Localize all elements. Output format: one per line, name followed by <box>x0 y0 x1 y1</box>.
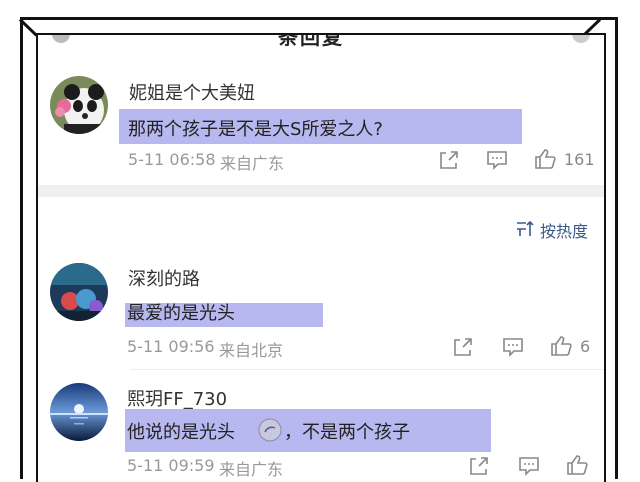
header-title: 条回复 <box>278 35 344 47</box>
comment-location: 来自北京 <box>219 341 284 360</box>
share-icon[interactable] <box>452 336 474 358</box>
like-icon[interactable] <box>566 454 588 476</box>
comment-text: 最爱的是光头 <box>127 303 235 324</box>
section-divider <box>38 185 604 197</box>
comment-text: 他说的是光头 <box>127 422 235 443</box>
like-icon[interactable] <box>550 335 572 357</box>
row-separator <box>130 369 604 370</box>
sort-button[interactable]: 按热度 <box>540 218 588 242</box>
comment-date: 5-11 09:59 <box>127 456 215 475</box>
comment-text: 那两个孩子是不是大S所爱之人? <box>128 119 383 140</box>
like-icon[interactable] <box>534 148 556 170</box>
comment-date: 5-11 06:58 <box>128 150 216 169</box>
comment-text-suffix: ，不是两个孩子 <box>284 422 410 443</box>
avatar[interactable] <box>50 76 108 134</box>
more-icon[interactable] <box>572 35 590 43</box>
like-count: 161 <box>564 150 595 169</box>
avatar[interactable] <box>50 383 108 441</box>
comments-panel: 条回复 妮姐是个大美妞 那两个孩子是不是大S所爱之人? 5-11 06:58 来… <box>38 35 604 482</box>
avatar[interactable] <box>50 263 108 321</box>
username[interactable]: 熙玥FF_730 <box>127 385 227 411</box>
share-icon[interactable] <box>438 149 460 171</box>
comment-location: 来自广东 <box>220 154 285 173</box>
username[interactable]: 深刻的路 <box>128 265 200 291</box>
like-count: 6 <box>580 337 591 356</box>
comment-date: 5-11 09:56 <box>127 337 215 356</box>
sort-icon[interactable] <box>516 221 534 237</box>
username[interactable]: 妮姐是个大美妞 <box>129 79 255 105</box>
comment-icon[interactable] <box>502 336 524 358</box>
share-icon[interactable] <box>468 455 490 477</box>
back-icon[interactable] <box>52 35 70 43</box>
emoji-icon <box>258 418 282 442</box>
header: 条回复 <box>38 35 604 47</box>
comment-icon[interactable] <box>486 149 508 171</box>
comment-icon[interactable] <box>518 455 540 477</box>
comment-location: 来自广东 <box>219 460 284 479</box>
